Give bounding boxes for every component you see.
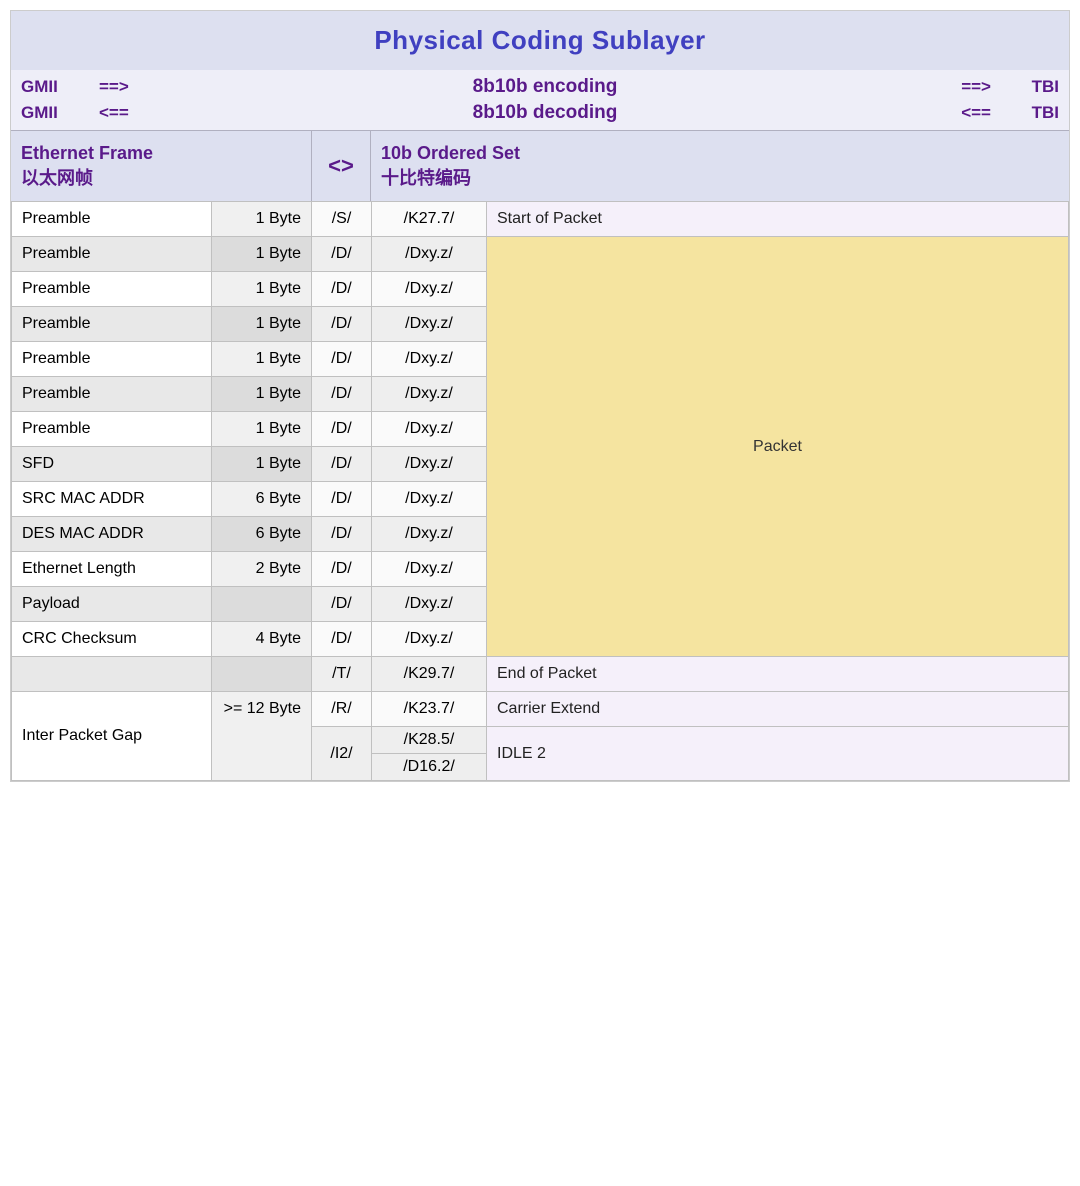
cell-code2: /Dxy.z/ — [372, 622, 487, 657]
enc-arrow2-2: <== — [911, 103, 991, 123]
enc-label-1: GMII — [21, 77, 91, 97]
cell-code2: /Dxy.z/ — [372, 412, 487, 447]
cell-code1: /D/ — [312, 552, 372, 587]
header-ordered-line2: 十比特编码 — [381, 166, 1059, 191]
cell-size-gap: >= 12 Byte — [212, 692, 312, 781]
idle-code2-line2: /D16.2/ — [372, 754, 486, 780]
cell-code2: /K27.7/ — [372, 202, 487, 237]
encoding-section: GMII ==> 8b10b encoding ==> TBI GMII <==… — [11, 70, 1069, 130]
cell-name: SFD — [12, 447, 212, 482]
cell-size — [212, 657, 312, 692]
cell-code2: /Dxy.z/ — [372, 307, 487, 342]
cell-name: Preamble — [12, 202, 212, 237]
cell-code1: /R/ — [312, 692, 372, 727]
table-row: /T/ /K29.7/ End of Packet — [12, 657, 1069, 692]
cell-code1: /D/ — [312, 412, 372, 447]
cell-size: 6 Byte — [212, 482, 312, 517]
table-row: Inter Packet Gap >= 12 Byte /R/ /K23.7/ … — [12, 692, 1069, 727]
cell-desc-idle: IDLE 2 — [487, 727, 1069, 781]
cell-size: 1 Byte — [212, 377, 312, 412]
idle-code2-line1: /K28.5/ — [372, 727, 486, 754]
cell-name: Preamble — [12, 377, 212, 412]
cell-size: 1 Byte — [212, 307, 312, 342]
main-container: Physical Coding Sublayer GMII ==> 8b10b … — [10, 10, 1070, 782]
header-eth-line1: Ethernet Frame — [21, 141, 301, 166]
cell-code2: /Dxy.z/ — [372, 587, 487, 622]
header-eth-line2: 以太网帧 — [21, 166, 301, 191]
header-ordered: 10b Ordered Set 十比特编码 — [371, 131, 1069, 201]
encoding-row-1: GMII ==> 8b10b encoding ==> TBI — [21, 74, 1059, 100]
enc-arrow-2: <== — [99, 103, 179, 123]
table-row: Preamble 1 Byte /S/ /K27.7/ Start of Pac… — [12, 202, 1069, 237]
cell-code1: /S/ — [312, 202, 372, 237]
table-header: Ethernet Frame 以太网帧 <> 10b Ordered Set 十… — [11, 130, 1069, 201]
cell-name: Payload — [12, 587, 212, 622]
cell-code2: /Dxy.z/ — [372, 377, 487, 412]
cell-name: Preamble — [12, 237, 212, 272]
enc-text-1: 8b10b encoding — [187, 76, 903, 98]
cell-code1: /D/ — [312, 447, 372, 482]
cell-code1: /D/ — [312, 237, 372, 272]
cell-size: 2 Byte — [212, 552, 312, 587]
cell-code2: /Dxy.z/ — [372, 447, 487, 482]
header-mid: <> — [311, 131, 371, 201]
table-row: Preamble 1 Byte /D/ /Dxy.z/ Packet — [12, 237, 1069, 272]
cell-code1-idle: /I2/ — [312, 727, 372, 781]
encoding-row-2: GMII <== 8b10b decoding <== TBI — [21, 100, 1059, 126]
cell-code1: /T/ — [312, 657, 372, 692]
cell-size: 1 Byte — [212, 447, 312, 482]
cell-name: Preamble — [12, 412, 212, 447]
header-ordered-line1: 10b Ordered Set — [381, 141, 1059, 166]
cell-name: Preamble — [12, 307, 212, 342]
enc-tbi-2: TBI — [999, 103, 1059, 123]
gap-size-text: >= 12 Byte — [222, 700, 301, 718]
enc-label-2: GMII — [21, 103, 91, 123]
cell-size: 1 Byte — [212, 412, 312, 447]
cell-desc-carrier: Carrier Extend — [487, 692, 1069, 727]
cell-code1: /D/ — [312, 307, 372, 342]
cell-name: Preamble — [12, 272, 212, 307]
cell-code1: /D/ — [312, 342, 372, 377]
cell-code1: /D/ — [312, 517, 372, 552]
main-table: Preamble 1 Byte /S/ /K27.7/ Start of Pac… — [11, 201, 1069, 781]
enc-tbi-1: TBI — [999, 77, 1059, 97]
cell-name: Preamble — [12, 342, 212, 377]
cell-code2: /Dxy.z/ — [372, 517, 487, 552]
cell-code2: /Dxy.z/ — [372, 272, 487, 307]
cell-name: DES MAC ADDR — [12, 517, 212, 552]
enc-text-2: 8b10b decoding — [187, 102, 903, 124]
page-title: Physical Coding Sublayer — [11, 11, 1069, 70]
cell-code1: /D/ — [312, 482, 372, 517]
cell-size: 1 Byte — [212, 272, 312, 307]
cell-code2: /Dxy.z/ — [372, 552, 487, 587]
cell-size: 1 Byte — [212, 342, 312, 377]
cell-code2: /Dxy.z/ — [372, 237, 487, 272]
cell-code1: /D/ — [312, 587, 372, 622]
enc-arrow2-1: ==> — [911, 77, 991, 97]
cell-code1: /D/ — [312, 622, 372, 657]
enc-arrow-1: ==> — [99, 77, 179, 97]
cell-packet-label: Packet — [487, 237, 1069, 657]
cell-code1: /D/ — [312, 377, 372, 412]
header-eth: Ethernet Frame 以太网帧 — [11, 131, 311, 201]
cell-code2: /K23.7/ — [372, 692, 487, 727]
cell-name — [12, 657, 212, 692]
cell-size: 6 Byte — [212, 517, 312, 552]
cell-name: SRC MAC ADDR — [12, 482, 212, 517]
cell-code2: /K29.7/ — [372, 657, 487, 692]
cell-size: 1 Byte — [212, 237, 312, 272]
cell-code2: /Dxy.z/ — [372, 342, 487, 377]
cell-size — [212, 587, 312, 622]
cell-name-gap: Inter Packet Gap — [12, 692, 212, 781]
cell-name: CRC Checksum — [12, 622, 212, 657]
cell-size: 1 Byte — [212, 202, 312, 237]
cell-code1: /D/ — [312, 272, 372, 307]
cell-size: 4 Byte — [212, 622, 312, 657]
cell-code2: /Dxy.z/ — [372, 482, 487, 517]
cell-desc-start: Start of Packet — [487, 202, 1069, 237]
cell-code2-idle: /K28.5/ /D16.2/ — [372, 727, 487, 781]
cell-desc-end: End of Packet — [487, 657, 1069, 692]
cell-name: Ethernet Length — [12, 552, 212, 587]
